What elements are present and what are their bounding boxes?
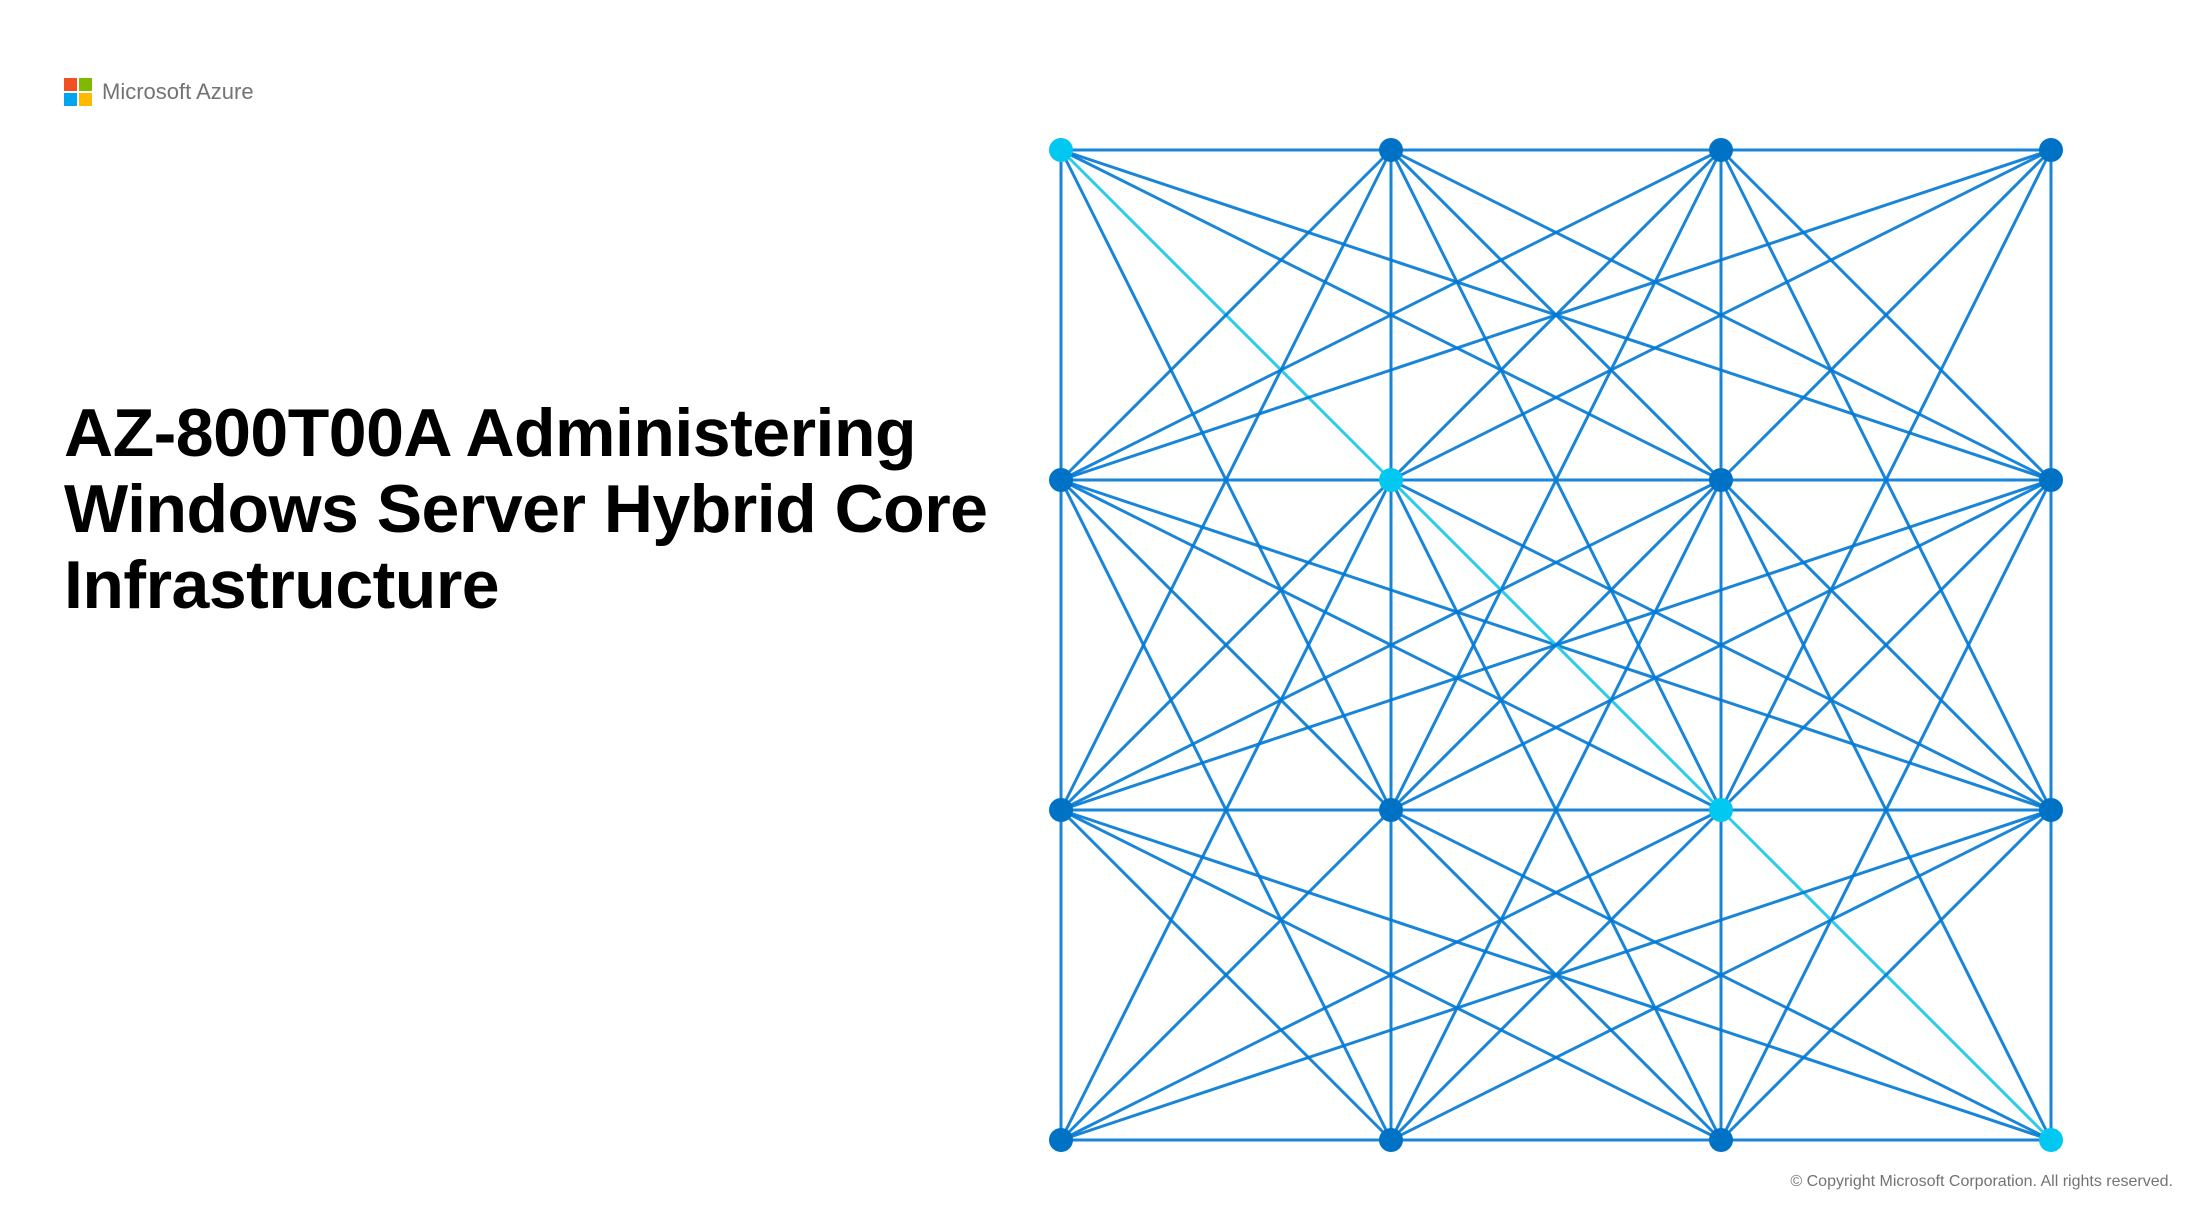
logo-square-blue	[64, 93, 77, 106]
title-block: AZ-800T00A Administering Windows Server …	[64, 395, 1064, 623]
brand-name: Microsoft Azure	[102, 79, 254, 105]
slide-title: AZ-800T00A Administering Windows Server …	[64, 395, 1064, 623]
microsoft-logo-icon	[64, 78, 92, 106]
logo-square-yellow	[79, 93, 92, 106]
copyright-text: © Copyright Microsoft Corporation. All r…	[1790, 1173, 2173, 1191]
logo-square-red	[64, 78, 77, 91]
network-graphic	[1031, 120, 2081, 1170]
brand-block: Microsoft Azure	[64, 78, 254, 106]
logo-square-green	[79, 78, 92, 91]
